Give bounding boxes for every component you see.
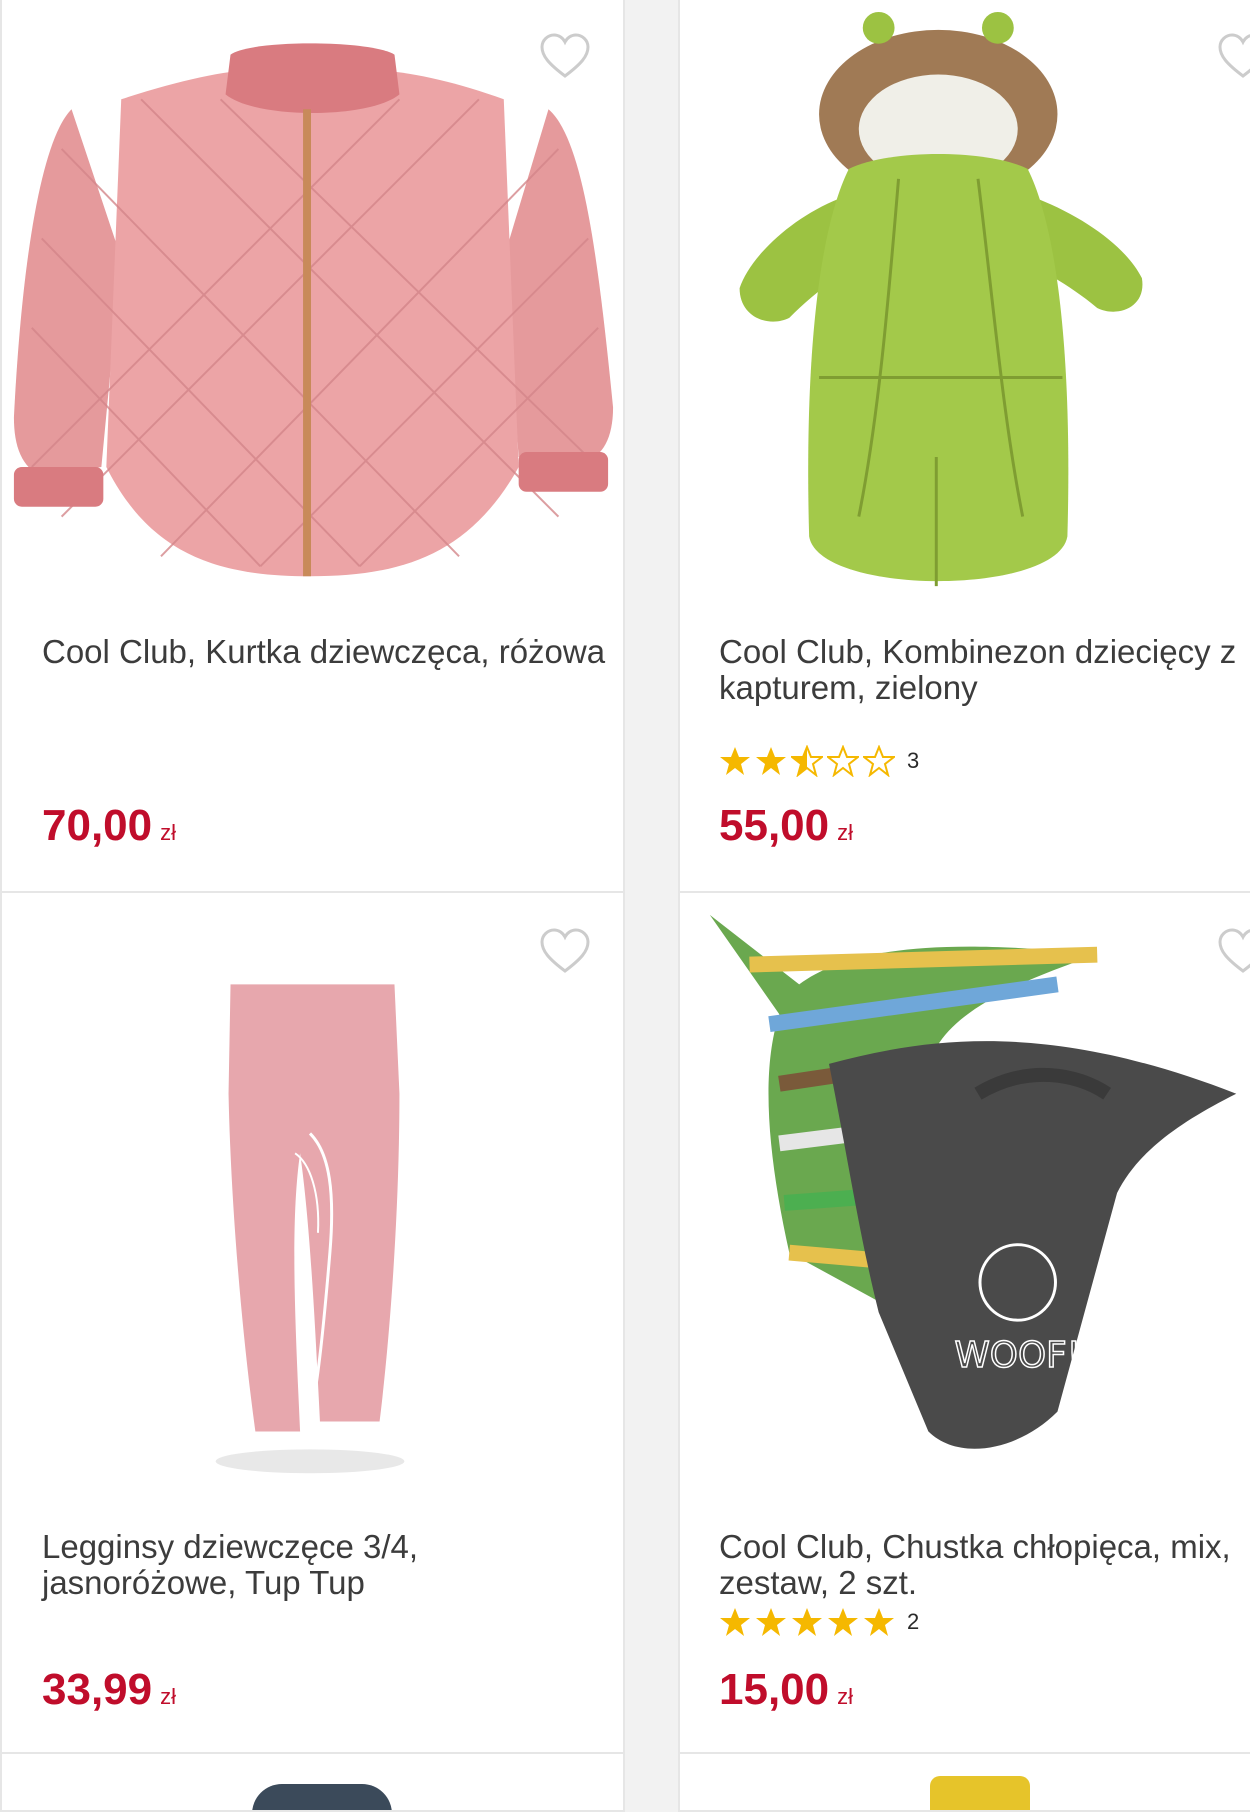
price-currency: zł [160, 820, 176, 845]
product-image-partial [930, 1776, 1030, 1810]
wishlist-heart-icon[interactable] [539, 32, 591, 80]
product-price: 55,00 zł [719, 801, 853, 851]
product-image-snowsuit[interactable] [680, 0, 1250, 608]
star-half-icon [791, 745, 823, 777]
star-full-icon [792, 1608, 822, 1636]
bandana-print-text: WOOF! [954, 1335, 1081, 1376]
star-empty-icon [863, 745, 895, 777]
product-title[interactable]: Cool Club, Chustka chłopięca, mix, zesta… [719, 1529, 1250, 1601]
wishlist-heart-icon[interactable] [1217, 32, 1250, 80]
product-price: 15,00 zł [719, 1665, 853, 1715]
product-card-partial[interactable] [0, 1752, 625, 1812]
rating-count: 2 [907, 1609, 920, 1634]
price-value: 70,00 [42, 801, 153, 850]
price-value: 15,00 [719, 1665, 830, 1714]
product-card-partial[interactable] [678, 1752, 1250, 1812]
star-empty-icon [827, 745, 859, 777]
product-price: 70,00 zł [42, 801, 176, 851]
rating-stars: 2 [719, 1606, 919, 1638]
product-title[interactable]: Cool Club, Kombinezon dziecięcy z kaptur… [719, 634, 1250, 706]
product-grid: Cool Club, Kurtka dziewczęca, różowa 70,… [0, 0, 1250, 1812]
product-image-bandanas[interactable]: WOOF! [680, 893, 1250, 1503]
star-full-icon [828, 1608, 858, 1636]
rating-stars: 3 [719, 745, 919, 777]
star-full-icon [720, 1608, 750, 1636]
price-currency: zł [160, 1684, 176, 1709]
product-image-jacket[interactable] [2, 0, 623, 608]
product-title[interactable]: Legginsy dziewczęce 3/4, jasnoróżowe, Tu… [42, 1529, 613, 1601]
price-currency: zł [837, 820, 853, 845]
product-card[interactable]: Cool Club, Kurtka dziewczęca, różowa 70,… [0, 0, 625, 898]
star-full-icon [756, 747, 786, 775]
price-currency: zł [837, 1684, 853, 1709]
product-image-leggings[interactable] [2, 893, 623, 1503]
star-full-icon [720, 747, 750, 775]
wishlist-heart-icon[interactable] [1217, 927, 1250, 975]
wishlist-heart-icon[interactable] [539, 927, 591, 975]
rating-count: 3 [907, 748, 920, 773]
product-card[interactable]: Legginsy dziewczęce 3/4, jasnoróżowe, Tu… [0, 891, 625, 1757]
product-image-partial [252, 1784, 392, 1810]
product-card[interactable]: Cool Club, Kombinezon dziecięcy z kaptur… [678, 0, 1250, 898]
price-value: 33,99 [42, 1665, 153, 1714]
product-card[interactable]: WOOF! Cool Club, Chustka chłopięca, mix,… [678, 891, 1250, 1757]
price-value: 55,00 [719, 801, 830, 850]
star-full-icon [756, 1608, 786, 1636]
product-price: 33,99 zł [42, 1665, 176, 1715]
product-title[interactable]: Cool Club, Kurtka dziewczęca, różowa [42, 634, 613, 670]
star-full-icon [864, 1608, 894, 1636]
